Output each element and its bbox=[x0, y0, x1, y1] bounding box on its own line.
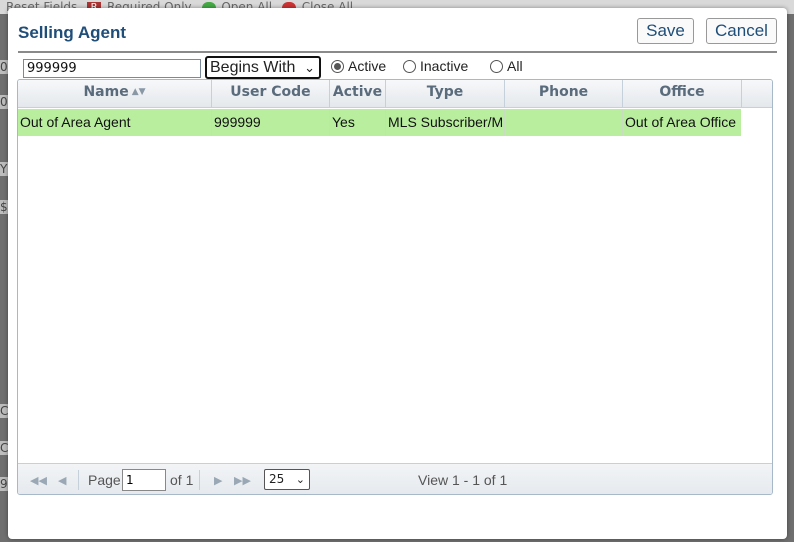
cell-name: Out of Area Agent bbox=[18, 109, 212, 136]
radio-inactive[interactable] bbox=[403, 59, 416, 73]
column-header-type[interactable]: Type bbox=[386, 80, 505, 108]
background-glyph: C bbox=[0, 404, 9, 418]
first-page-icon[interactable]: ◀◀ bbox=[30, 474, 47, 487]
cell-phone bbox=[505, 109, 623, 136]
page-count-label: of 1 bbox=[170, 472, 194, 488]
table-row[interactable]: Out of Area Agent 999999 Yes MLS Subscri… bbox=[18, 109, 741, 136]
chevron-down-icon: ⌄ bbox=[304, 60, 315, 75]
cell-active: Yes bbox=[330, 109, 386, 136]
background-glyph: 0 bbox=[0, 95, 8, 109]
match-mode-value: Begins With bbox=[210, 59, 296, 76]
status-radio-all[interactable]: All bbox=[490, 58, 523, 78]
radio-all[interactable] bbox=[490, 59, 503, 73]
title-divider bbox=[18, 51, 777, 53]
radio-inactive-label: Inactive bbox=[420, 58, 469, 74]
view-range-text: View 1 - 1 of 1 bbox=[418, 472, 508, 488]
sort-icon: ▲▼ bbox=[131, 87, 146, 97]
cell-type: MLS Subscriber/ML bbox=[386, 109, 505, 136]
background-glyph: C bbox=[0, 441, 9, 455]
page-number-input[interactable] bbox=[122, 469, 166, 491]
status-radio-active[interactable]: Active bbox=[331, 58, 386, 78]
next-page-icon[interactable]: ▶ bbox=[214, 474, 222, 487]
column-header-phone[interactable]: Phone bbox=[505, 80, 623, 108]
column-header-name[interactable]: Name ▲▼ bbox=[18, 80, 212, 108]
last-page-icon[interactable]: ▶▶ bbox=[234, 474, 251, 487]
grid-header: Name ▲▼ User Code Active Type Phone Offic… bbox=[18, 80, 772, 108]
grid-pager: ◀◀ ◀ Page of 1 ▶ ▶▶ 25 ⌄ View 1 - 1 of 1 bbox=[18, 463, 772, 494]
save-button[interactable]: Save bbox=[637, 18, 694, 44]
selling-agent-dialog: Selling Agent Save Cancel Begins With ⌄ … bbox=[8, 8, 787, 539]
cancel-button[interactable]: Cancel bbox=[706, 18, 777, 44]
pager-divider bbox=[199, 470, 200, 490]
agent-results-grid: Name ▲▼ User Code Active Type Phone Offic… bbox=[17, 79, 773, 495]
background-glyph: Y bbox=[0, 162, 8, 176]
background-glyph: 0 bbox=[0, 60, 8, 74]
column-header-user-code[interactable]: User Code bbox=[212, 80, 330, 108]
radio-active[interactable] bbox=[331, 59, 344, 73]
dialog-title: Selling Agent bbox=[18, 23, 126, 42]
column-header-active[interactable]: Active bbox=[330, 80, 386, 108]
prev-page-icon[interactable]: ◀ bbox=[58, 474, 66, 487]
radio-all-label: All bbox=[507, 58, 523, 74]
background-glyph: 9 bbox=[0, 477, 8, 491]
status-radio-inactive[interactable]: Inactive bbox=[403, 58, 468, 78]
pager-divider bbox=[78, 470, 79, 490]
rows-per-page-value: 25 bbox=[269, 472, 285, 486]
match-mode-select[interactable]: Begins With ⌄ bbox=[205, 56, 321, 79]
column-header-label: Name bbox=[83, 84, 129, 100]
chevron-down-icon: ⌄ bbox=[295, 473, 305, 486]
page-label: Page bbox=[88, 472, 121, 488]
column-header-office[interactable]: Office bbox=[623, 80, 742, 108]
radio-active-label: Active bbox=[348, 58, 387, 74]
cell-office: Out of Area Office bbox=[625, 114, 737, 130]
cell-user-code: 999999 bbox=[212, 109, 330, 136]
agent-search-input[interactable] bbox=[23, 59, 201, 78]
rows-per-page-select[interactable]: 25 ⌄ bbox=[264, 469, 310, 490]
background-glyph: $ bbox=[0, 200, 8, 214]
